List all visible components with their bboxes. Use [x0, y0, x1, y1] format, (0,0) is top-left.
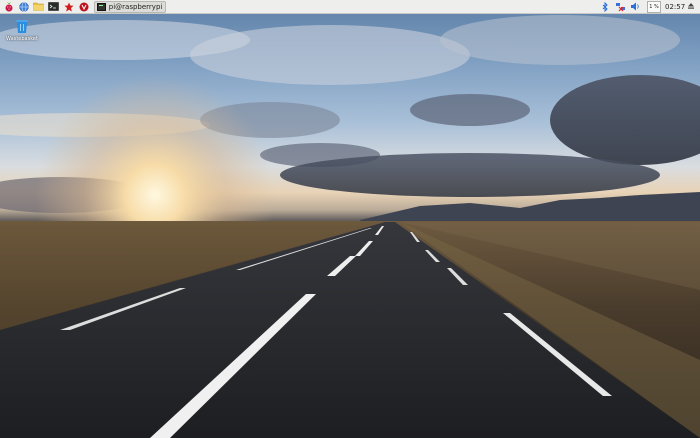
- wolfram-icon: [79, 2, 89, 12]
- desktop-icon-label: Wastebasket: [6, 36, 38, 42]
- mathematica-button[interactable]: [62, 1, 75, 13]
- desktop-icon-wastebasket[interactable]: Wastebasket: [6, 19, 38, 42]
- eject-icon[interactable]: [686, 2, 696, 12]
- globe-icon: [18, 1, 29, 12]
- raspberry-icon: [4, 1, 14, 12]
- cpu-usage-text: 1 %: [649, 3, 659, 10]
- volume-icon[interactable]: [629, 1, 641, 13]
- clock[interactable]: 02:57: [665, 3, 685, 11]
- file-manager-button[interactable]: [32, 1, 45, 13]
- trash-icon: [15, 19, 29, 34]
- wolfram-button[interactable]: [77, 1, 90, 13]
- terminal-button[interactable]: [47, 1, 60, 13]
- wallpaper-road-landscape: [0, 0, 700, 438]
- web-browser-button[interactable]: [17, 1, 30, 13]
- bluetooth-icon[interactable]: [599, 1, 611, 13]
- terminal-icon: [97, 2, 106, 11]
- system-tray: 1 % 02:57: [596, 0, 700, 14]
- taskbar: pi@raspberrypi: ~ 1 % 02:57: [0, 0, 700, 14]
- desktop-wallpaper[interactable]: [0, 0, 700, 438]
- cpu-usage-monitor[interactable]: 1 %: [647, 0, 661, 13]
- terminal-icon: [48, 2, 59, 11]
- menu-button[interactable]: [2, 1, 15, 13]
- folder-icon: [33, 2, 44, 11]
- window-title: pi@raspberrypi: ~: [108, 2, 163, 11]
- mathematica-icon: [64, 2, 74, 12]
- taskbar-window-button[interactable]: pi@raspberrypi: ~: [94, 0, 166, 13]
- network-disconnected-icon[interactable]: [614, 1, 626, 13]
